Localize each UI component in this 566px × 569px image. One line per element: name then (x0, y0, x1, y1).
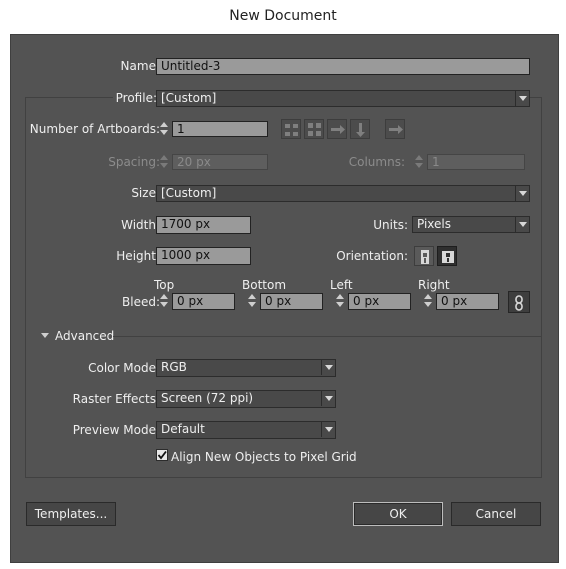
artboards-stepper[interactable] (157, 121, 171, 137)
grid-by-row-icon[interactable] (281, 119, 301, 139)
chevron-down-icon (515, 186, 529, 201)
units-label: Units: (373, 218, 408, 232)
grid-by-column-icon[interactable] (304, 119, 324, 139)
landscape-icon[interactable] (437, 246, 457, 266)
bleed-right-input[interactable]: 0 px (436, 293, 499, 310)
profile-label: Profile: (112, 91, 160, 105)
bleed-label: Bleed: (122, 295, 160, 309)
spacing-label: Spacing: (108, 155, 160, 169)
raster-effects-label: Raster Effects: (72, 392, 160, 406)
size-dropdown[interactable]: [Custom] (156, 185, 530, 202)
raster-effects-value: Screen (72 ppi) (161, 391, 254, 405)
bleed-top-stepper[interactable] (157, 293, 171, 309)
advanced-label[interactable]: Advanced (55, 329, 114, 343)
bleed-left-label: Left (330, 278, 353, 292)
units-value: Pixels (417, 217, 452, 231)
name-input[interactable]: Untitled-3 (156, 58, 530, 75)
columns-label: Columns: (348, 155, 405, 169)
advanced-divider (113, 336, 541, 337)
dialog-panel: Name: Untitled-3 Profile: [Custom] Numbe… (10, 34, 559, 563)
change-layout-icon[interactable] (385, 119, 405, 139)
spacing-input: 20 px (172, 154, 268, 170)
bleed-top-input[interactable]: 0 px (172, 293, 235, 310)
ok-button[interactable]: OK (353, 502, 443, 526)
arrange-by-column-icon[interactable] (350, 119, 370, 139)
columns-stepper (412, 154, 426, 170)
bleed-right-stepper[interactable] (421, 293, 435, 309)
columns-input: 1 (427, 154, 525, 170)
color-mode-label: Color Mode: (88, 361, 160, 375)
height-label: Height: (116, 249, 160, 263)
cancel-button[interactable]: Cancel (451, 502, 541, 526)
link-icon[interactable] (508, 291, 530, 313)
color-mode-value: RGB (161, 360, 187, 374)
templates-button[interactable]: Templates... (26, 502, 116, 526)
checkmark-icon (157, 450, 167, 460)
chevron-down-icon (321, 360, 335, 375)
align-pixel-grid-checkbox[interactable] (156, 449, 168, 461)
bleed-right-label: Right (418, 278, 450, 292)
height-input[interactable]: 1000 px (156, 247, 251, 265)
width-label: Width: (121, 218, 160, 232)
color-mode-dropdown[interactable]: RGB (156, 359, 336, 377)
raster-effects-dropdown[interactable]: Screen (72 ppi) (156, 390, 336, 408)
portrait-icon[interactable] (414, 246, 434, 266)
window-title: New Document (229, 8, 337, 24)
chevron-down-icon (515, 217, 529, 232)
orientation-label: Orientation: (336, 249, 408, 263)
spacing-stepper (157, 154, 171, 170)
bleed-bottom-input[interactable]: 0 px (260, 293, 323, 310)
preview-mode-label: Preview Mode: (72, 423, 160, 437)
width-input[interactable]: 1700 px (156, 216, 251, 234)
chevron-down-icon (321, 422, 335, 437)
preview-mode-value: Default (161, 422, 205, 436)
chevron-down-icon (515, 91, 529, 106)
bleed-bottom-label: Bottom (242, 278, 287, 292)
units-dropdown[interactable]: Pixels (412, 216, 530, 233)
align-pixel-grid-label[interactable]: Align New Objects to Pixel Grid (171, 450, 357, 464)
bleed-left-stepper[interactable] (333, 293, 347, 309)
size-value: [Custom] (161, 186, 217, 200)
artboards-input[interactable]: 1 (172, 121, 268, 137)
profile-value: [Custom] (161, 91, 217, 105)
chevron-down-icon (321, 391, 335, 406)
bleed-left-input[interactable]: 0 px (348, 293, 411, 310)
bleed-top-label: Top (154, 278, 175, 292)
name-label: Name: (120, 59, 160, 73)
profile-dropdown[interactable]: [Custom] (156, 90, 530, 107)
disclosure-triangle-icon[interactable] (41, 333, 49, 338)
artboards-label: Number of Artboards: (29, 122, 160, 136)
preview-mode-dropdown[interactable]: Default (156, 421, 336, 439)
bleed-bottom-stepper[interactable] (245, 293, 259, 309)
arrange-by-row-icon[interactable] (327, 119, 347, 139)
title-bar: New Document (0, 0, 566, 34)
